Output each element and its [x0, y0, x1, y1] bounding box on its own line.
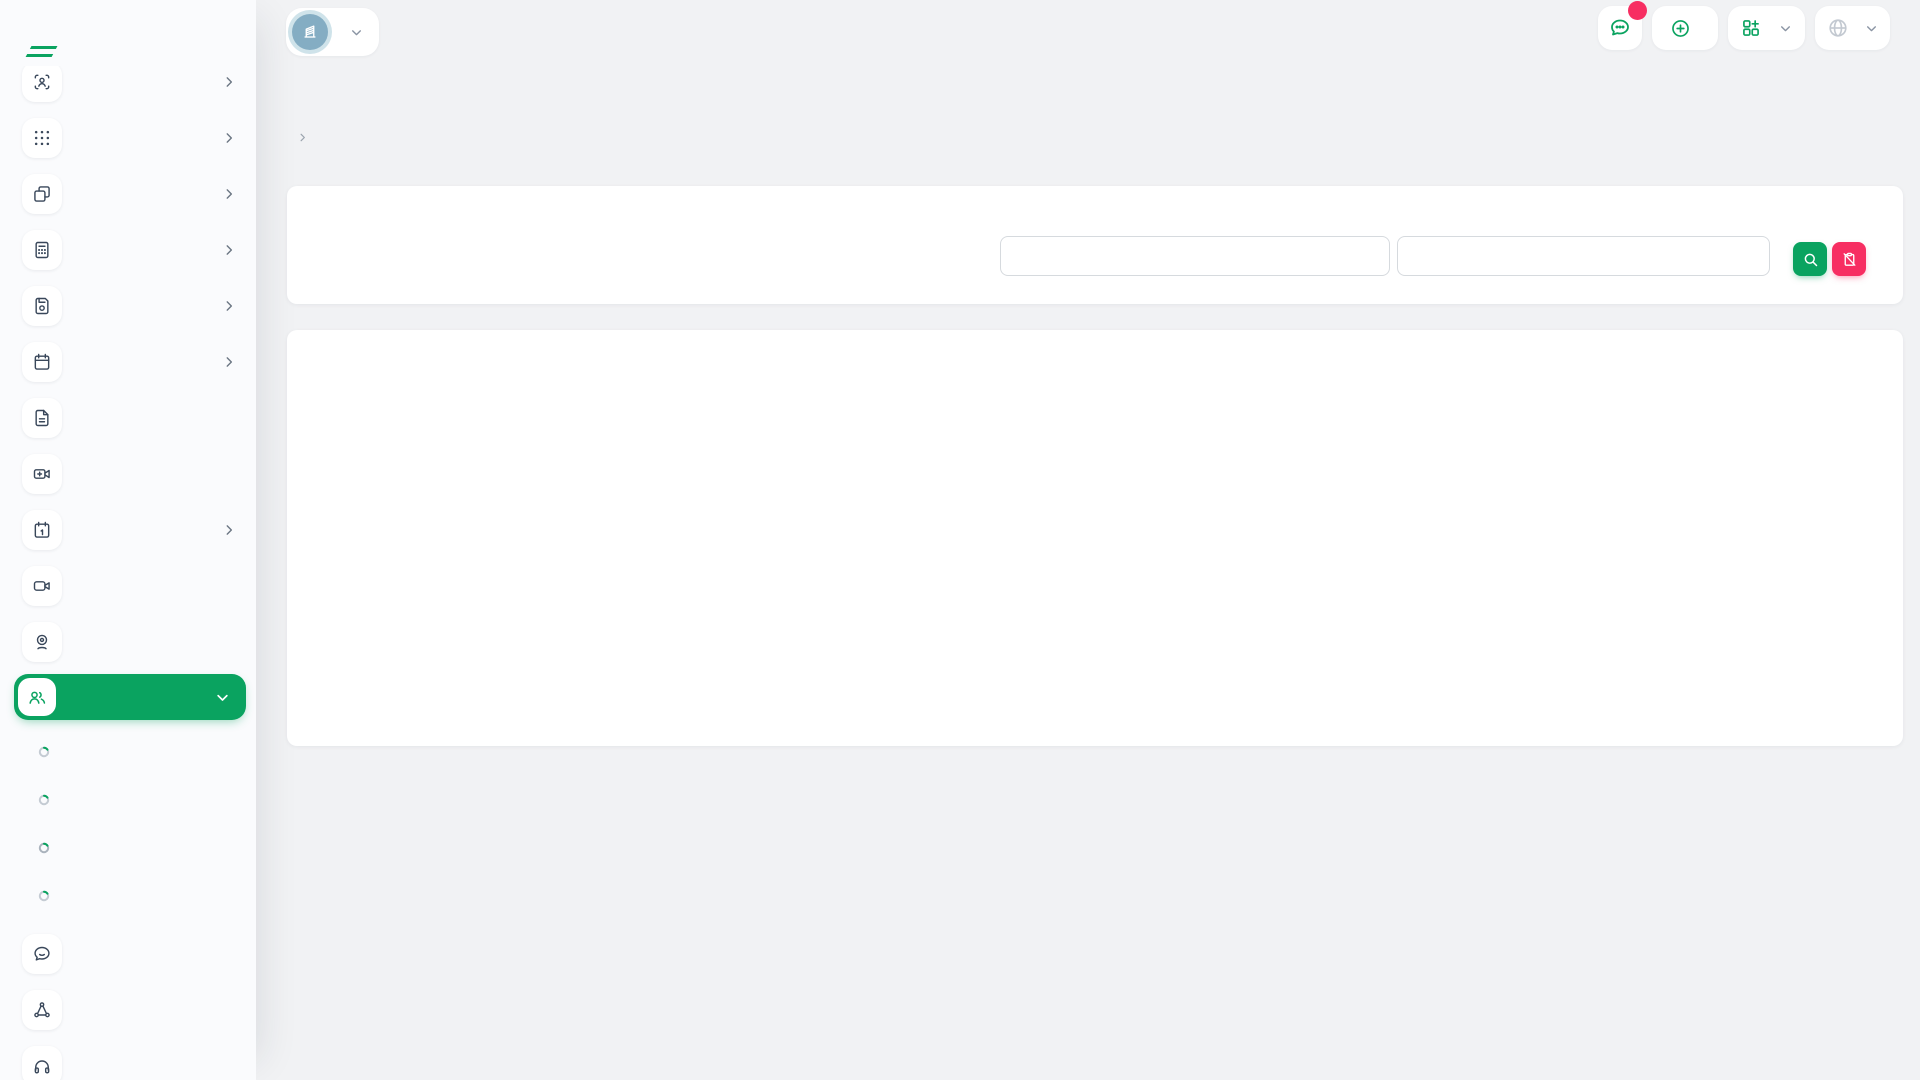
sidebar-item-video-hub[interactable]	[0, 446, 256, 502]
calendar-icon	[22, 342, 62, 382]
sidebar-item-events-management[interactable]	[0, 334, 256, 390]
chevron-down-icon	[1779, 22, 1792, 35]
sidebar-item-google-meet[interactable]	[0, 614, 256, 670]
sidebar-item-crm[interactable]	[0, 166, 256, 222]
chevron-right-icon	[297, 132, 308, 143]
chevron-down-icon	[215, 690, 230, 705]
sidebar-bottom-items	[0, 926, 256, 1080]
nodes-icon	[22, 990, 62, 1030]
building-icon	[300, 22, 320, 42]
contract-icon	[22, 286, 62, 326]
clipboard-off-icon	[1841, 251, 1858, 268]
sidebar-item-helpdesk[interactable]	[0, 1038, 256, 1080]
webcam-icon	[22, 622, 62, 662]
hrm-icon	[22, 62, 62, 102]
meetings-area-chart	[287, 330, 1903, 746]
sidebar-item-contract[interactable]	[0, 278, 256, 334]
start-date-input[interactable]	[1000, 236, 1390, 276]
ring-icon	[38, 890, 50, 902]
calendar-one-icon	[22, 510, 62, 550]
sidebar-subitem-meeting-list[interactable]	[0, 728, 256, 776]
chevron-right-icon	[222, 523, 236, 537]
sidebar-nav	[0, 54, 256, 1080]
workspace-selector[interactable]	[286, 8, 379, 56]
plus-circle-icon	[1670, 18, 1691, 39]
end-date-input[interactable]	[1397, 236, 1770, 276]
meetings-chart-card	[287, 330, 1903, 746]
chevron-right-icon	[222, 243, 236, 257]
chevron-right-icon	[222, 131, 236, 145]
sidebar-subitem-meeting-type[interactable]	[0, 872, 256, 920]
search-icon	[1802, 251, 1819, 268]
ring-icon	[38, 842, 50, 854]
crm-icon	[22, 174, 62, 214]
document-icon	[22, 398, 62, 438]
sidebar-subitem-meeting-reports[interactable]	[0, 824, 256, 872]
chevron-right-icon	[222, 299, 236, 313]
sidebar-group-meeting-hub[interactable]	[14, 674, 246, 720]
sidebar-item-commission[interactable]	[0, 222, 256, 278]
sidebar-item-team-workload[interactable]	[0, 502, 256, 558]
create-workspace-button[interactable]	[1652, 6, 1718, 50]
grid-plus-icon	[1741, 18, 1761, 38]
report-filter-card	[287, 186, 1903, 304]
ring-icon	[38, 794, 50, 806]
sidebar-item-zoom-meeting[interactable]	[0, 558, 256, 614]
meeting-hub-submenu	[0, 728, 256, 920]
video-camera-icon	[22, 566, 62, 606]
sidebar-item-messenger[interactable]	[0, 926, 256, 982]
app-logo	[0, 0, 256, 66]
calculator-icon	[22, 230, 62, 270]
pos-icon	[22, 118, 62, 158]
workspace-avatar	[292, 14, 328, 50]
chat-bubble-icon	[1608, 16, 1632, 40]
sidebar-item-api-docs[interactable]	[0, 982, 256, 1038]
chat-icon	[22, 934, 62, 974]
headset-icon	[22, 1046, 62, 1080]
language-selector[interactable]	[1815, 6, 1890, 50]
topbar-right	[1598, 6, 1890, 50]
chevron-right-icon	[222, 187, 236, 201]
chevron-down-icon	[1865, 22, 1878, 35]
sidebar-item-resume-builder[interactable]	[0, 390, 256, 446]
ring-icon	[38, 746, 50, 758]
sidebar	[0, 0, 256, 1080]
sidebar-subitem-meeting-minutes[interactable]	[0, 776, 256, 824]
sidebar-item-pos[interactable]	[0, 110, 256, 166]
users-icon	[18, 678, 56, 716]
logo-speed-lines-icon	[25, 46, 58, 59]
video-plus-icon	[22, 454, 62, 494]
workspace-menu[interactable]	[1728, 6, 1805, 50]
notification-badge	[1628, 1, 1647, 20]
chevron-right-icon	[222, 355, 236, 369]
chevron-right-icon	[222, 75, 236, 89]
breadcrumb	[288, 132, 317, 143]
notifications-button[interactable]	[1598, 6, 1642, 50]
reset-filter-button[interactable]	[1832, 242, 1866, 276]
chevron-down-icon	[350, 26, 363, 39]
globe-icon	[1827, 17, 1849, 39]
search-button[interactable]	[1793, 242, 1827, 276]
